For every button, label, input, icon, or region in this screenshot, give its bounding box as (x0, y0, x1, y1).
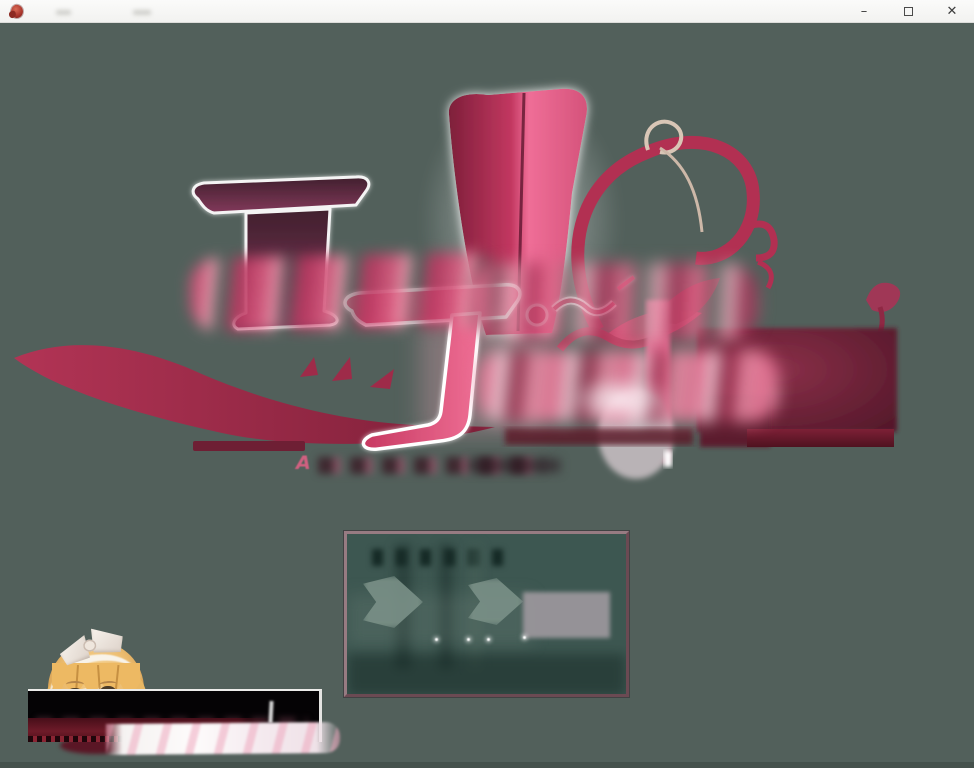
window-title-redacted-2 (133, 10, 151, 15)
close-icon: ✕ (946, 4, 958, 19)
app-icon[interactable] (8, 3, 25, 20)
sparkle-icon (435, 638, 438, 641)
maximize-button[interactable] (886, 0, 930, 23)
main-menu-panel[interactable] (344, 531, 629, 697)
minimize-button[interactable]: – (842, 0, 886, 23)
sparkle-icon-4 (523, 636, 526, 639)
sparkle-icon-2 (467, 638, 470, 641)
logo-highlight (568, 375, 672, 425)
window-controls: – ✕ (842, 0, 974, 23)
menu-lower-shade (347, 654, 626, 694)
game-window: – ✕ A (0, 0, 974, 768)
character-brow-left (66, 681, 84, 688)
logo-subtitle-redacted-2 (468, 459, 560, 472)
window-title-redacted (56, 10, 71, 15)
menu-option-redacted[interactable] (523, 592, 610, 638)
close-button[interactable]: ✕ (930, 0, 974, 23)
logo-title-text-redacted-2 (470, 263, 758, 341)
bow-petal-right (91, 629, 123, 654)
game-screen: A (0, 23, 974, 768)
titlebar[interactable]: – ✕ (0, 0, 974, 23)
maximize-icon (903, 7, 913, 16)
minimize-icon: – (860, 4, 868, 19)
white-ribbon (105, 721, 341, 756)
logo-title-text-redacted (189, 251, 501, 333)
logo-subtitle-initial: A (296, 452, 311, 474)
sparkle-icon-3 (487, 638, 490, 641)
